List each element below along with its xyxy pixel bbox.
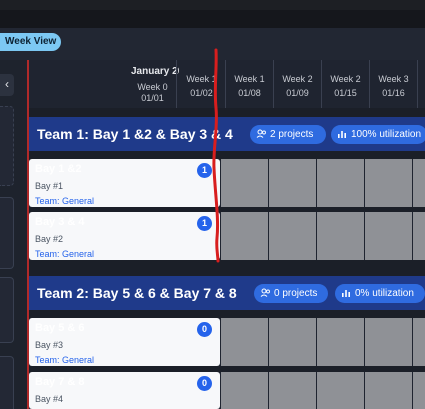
projects-pill[interactable]: 2 projects: [250, 125, 326, 144]
schedule-cell[interactable]: [221, 372, 268, 409]
chevron-left-icon: ‹: [5, 77, 9, 91]
bay-card[interactable]: Bay 7 & 8 Bay #4 0: [29, 372, 220, 409]
schedule-cell[interactable]: [413, 318, 425, 366]
week-date: 01/15: [334, 88, 357, 98]
week-header: Week 3 01/16: [370, 60, 418, 108]
bay-name: Bay 5 & 6: [35, 322, 85, 334]
team-header[interactable]: Team 2: Bay 5 & 6 & Bay 7 & 8 0 projects…: [29, 276, 425, 310]
week-label: Week 2: [330, 74, 361, 84]
schedule-cell[interactable]: [269, 159, 316, 207]
bar-chart-icon: [341, 284, 351, 310]
bay-number: Bay #3: [35, 340, 64, 350]
annotation-stroke: [212, 48, 220, 263]
schedule-cell[interactable]: [269, 318, 316, 366]
sidebar-collapse-button[interactable]: ‹: [0, 74, 14, 96]
schedule-cell[interactable]: [317, 372, 364, 409]
schedule-cell[interactable]: [365, 212, 412, 260]
bay-card[interactable]: Bay 3 & 4 Bay #2 Team: General 1: [29, 212, 220, 260]
week-label: Week 2: [282, 74, 313, 84]
week-label: Week 3: [378, 74, 409, 84]
bay-project-count: 0: [197, 322, 212, 337]
projects-pill[interactable]: 0 projects: [254, 284, 328, 303]
week-date: 01/09: [286, 88, 309, 98]
bay-team: Team: General: [35, 249, 95, 259]
utilization-pill[interactable]: 0% utilization: [335, 284, 425, 303]
schedule-cell[interactable]: [365, 159, 412, 207]
week-label: Week 1: [234, 74, 265, 84]
utilization-pill[interactable]: 100% utilization: [331, 125, 425, 144]
bay-name: Bay 3 & 4: [35, 216, 85, 228]
sidebar-drop-zone: [0, 106, 14, 186]
projects-count: 2 projects: [270, 129, 314, 140]
schedule-cell[interactable]: [317, 159, 364, 207]
week-view-button[interactable]: Week View: [0, 33, 61, 51]
bay-number: Bay #2: [35, 234, 64, 244]
sidebar-panel[interactable]: [0, 356, 14, 409]
projects-count: 0 projects: [274, 288, 318, 299]
week-date: 01/01: [141, 93, 164, 103]
week-header: Week 2 01/09: [274, 60, 322, 108]
sidebar-panel[interactable]: [0, 197, 14, 269]
week-header: Week 1 01/08: [226, 60, 274, 108]
schedule-cell[interactable]: [365, 372, 412, 409]
sidebar-panel[interactable]: [0, 277, 14, 343]
bay-project-count: 0: [197, 376, 212, 391]
week-header: Week 2 01/15: [322, 60, 370, 108]
bay-name: Bay 1 &2: [35, 163, 82, 175]
bay-number: Bay #1: [35, 181, 64, 191]
bay-card[interactable]: Bay 1 &2 Bay #1 Team: General 1: [29, 159, 220, 207]
week-header: Week 0 01/01: [129, 60, 177, 108]
schedule-cell[interactable]: [365, 318, 412, 366]
schedule-cell[interactable]: [269, 212, 316, 260]
bay-team: Team: General: [35, 196, 95, 206]
top-bar: [0, 0, 425, 28]
utilization-value: 100% utilization: [351, 129, 422, 140]
top-bar-strip: [0, 0, 425, 10]
week-date: 01/08: [238, 88, 261, 98]
schedule-cell[interactable]: [221, 318, 268, 366]
schedule-cell[interactable]: [413, 372, 425, 409]
users-icon: [260, 284, 271, 310]
bar-chart-icon: [337, 125, 347, 151]
week-label: Week 0: [137, 82, 168, 92]
schedule-cell[interactable]: [413, 212, 425, 260]
bay-number: Bay #4: [35, 394, 64, 404]
row-gap: [29, 310, 425, 318]
week-date: 01/16: [382, 88, 405, 98]
bay-name: Bay 7 & 8: [35, 376, 85, 388]
team-title: Team 2: Bay 5 & 6 & Bay 7 & 8: [37, 285, 237, 301]
bay-card[interactable]: Bay 5 & 6 Bay #3 Team: General 0: [29, 318, 220, 366]
bay-team: Team: General: [35, 355, 95, 365]
schedule-cell[interactable]: [413, 159, 425, 207]
schedule-cell[interactable]: [269, 372, 316, 409]
users-icon: [256, 125, 267, 151]
schedule-cell[interactable]: [317, 318, 364, 366]
schedule-cell[interactable]: [317, 212, 364, 260]
utilization-value: 0% utilization: [355, 288, 414, 299]
